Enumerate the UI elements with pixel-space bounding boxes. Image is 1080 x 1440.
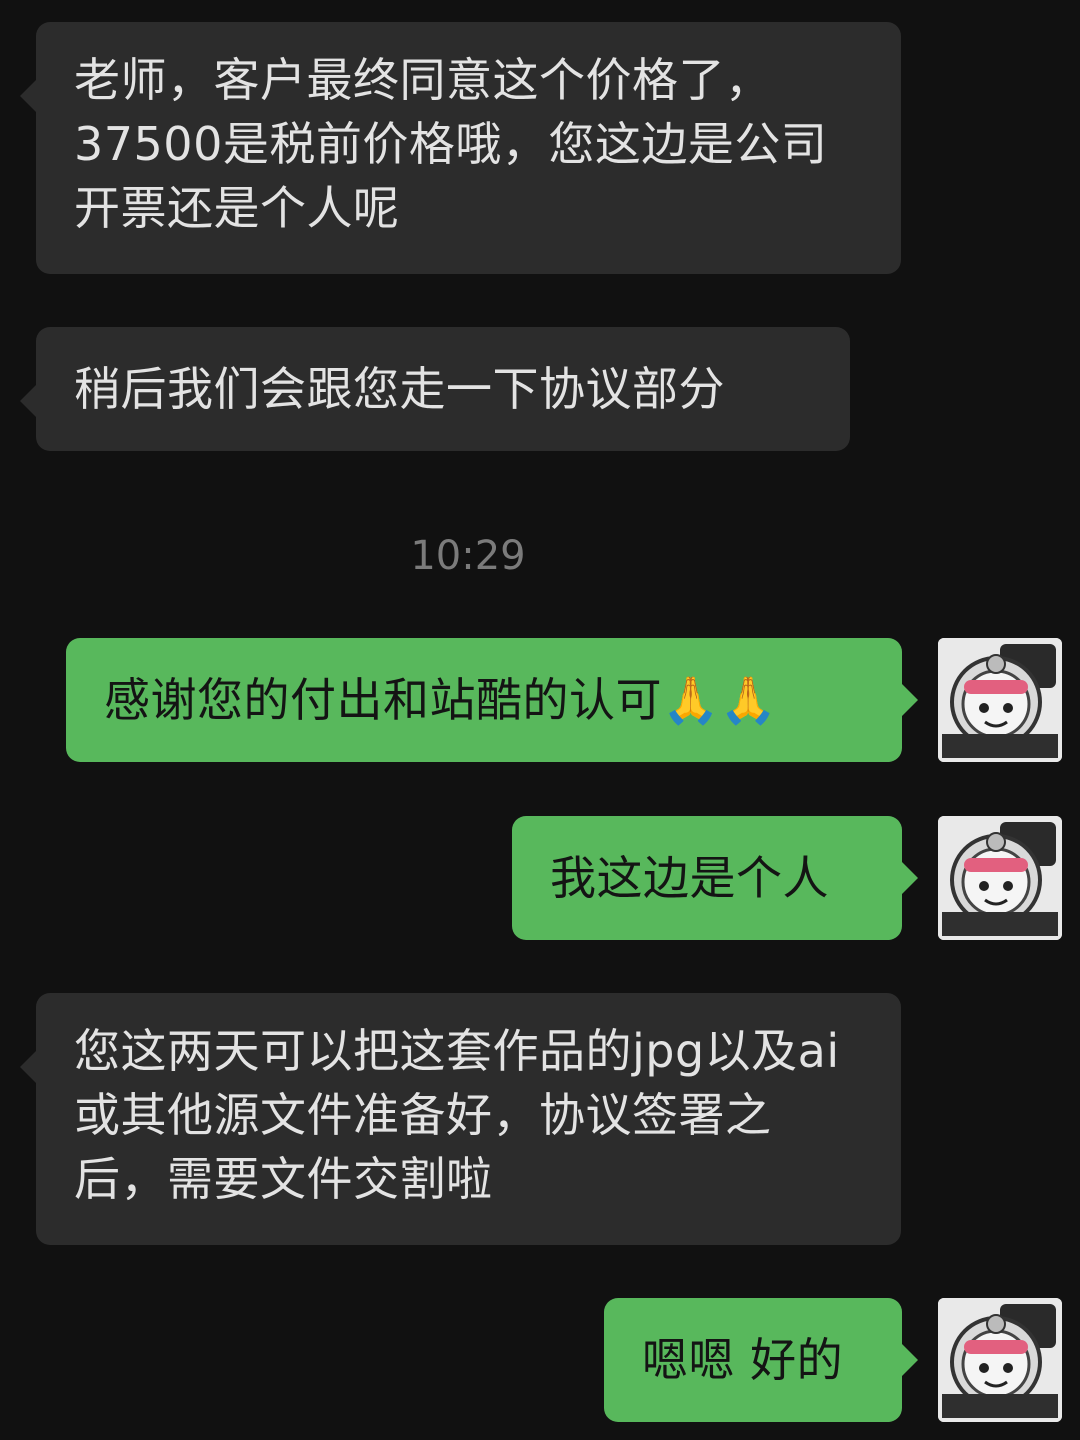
folded-hands-emoji-icon: 🙏🙏 — [662, 673, 778, 727]
message-timestamp: 10:29 — [410, 533, 526, 579]
chat-area: 老师，客户最终同意这个价格了，37500是税前价格哦，您这边是公司开票还是个人呢… — [0, 0, 1080, 1440]
message-text: 稍后我们会跟您走一下协议部分 — [74, 362, 725, 416]
astronaut-mascot-avatar-icon — [938, 816, 1062, 940]
incoming-message-bubble[interactable]: 老师，客户最终同意这个价格了，37500是税前价格哦，您这边是公司开票还是个人呢 — [20, 22, 901, 274]
user-avatar[interactable] — [938, 1298, 1062, 1422]
message-text: 我这边是个人 — [550, 851, 829, 905]
outgoing-message-bubble[interactable]: 感谢您的付出和站酷的认可🙏🙏 — [66, 638, 918, 762]
outgoing-message-bubble[interactable]: 嗯嗯 好的 — [604, 1298, 918, 1422]
incoming-message-bubble[interactable]: 您这两天可以把这套作品的jpg以及ai或其他源文件准备好，协议签署之后，需要文件… — [20, 993, 901, 1245]
message-text: 老师，客户最终同意这个价格了，37500是税前价格哦，您这边是公司开票还是个人呢 — [74, 53, 828, 235]
message-text: 感谢您的付出和站酷的认可 — [104, 673, 662, 727]
astronaut-mascot-avatar-icon — [938, 1298, 1062, 1422]
message-text: 您这两天可以把这套作品的jpg以及ai或其他源文件准备好，协议签署之后，需要文件… — [74, 1024, 840, 1206]
user-avatar[interactable] — [938, 638, 1062, 762]
user-avatar[interactable] — [938, 816, 1062, 940]
astronaut-mascot-avatar-icon — [938, 638, 1062, 762]
outgoing-message-bubble[interactable]: 我这边是个人 — [512, 816, 918, 940]
message-text: 嗯嗯 好的 — [642, 1333, 844, 1387]
incoming-message-bubble[interactable]: 稍后我们会跟您走一下协议部分 — [20, 327, 850, 451]
